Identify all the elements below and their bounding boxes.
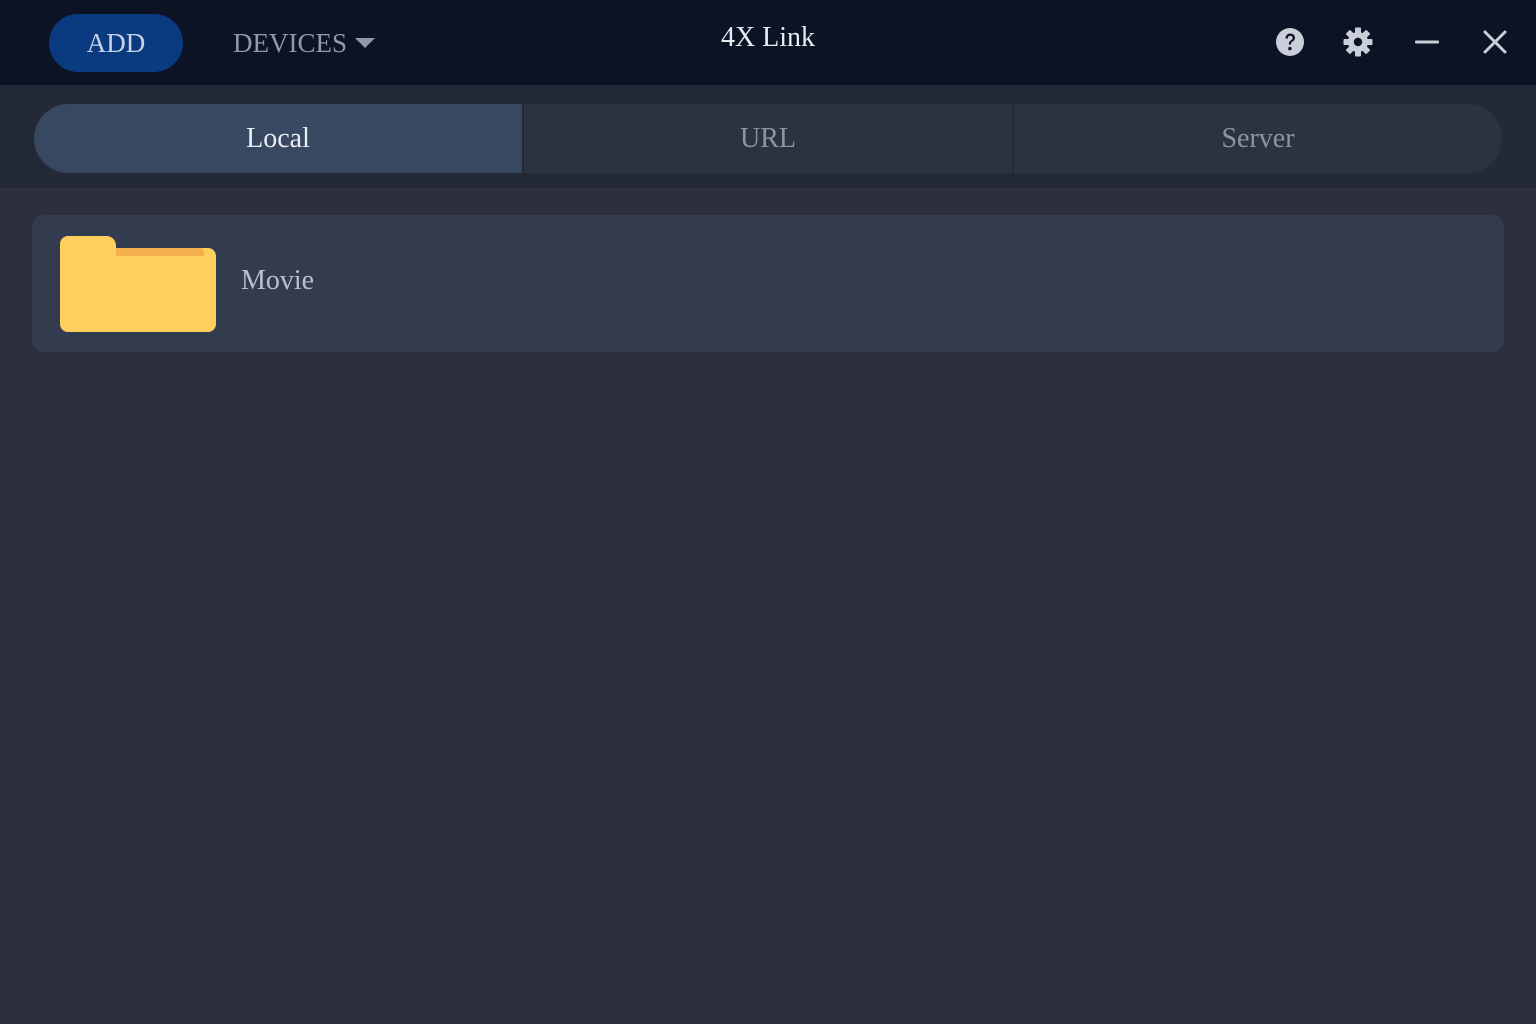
caret-down-icon — [355, 38, 375, 48]
add-button-label: ADD — [86, 27, 146, 58]
folder-icon — [60, 236, 216, 332]
devices-dropdown[interactable]: DEVICES — [233, 22, 375, 64]
folder-name: Movie — [241, 265, 315, 296]
file-list: Movie — [0, 188, 1536, 1024]
help-icon[interactable] — [1272, 24, 1308, 60]
source-tabs: Local URL Server — [34, 104, 1502, 173]
app-window: ADD DEVICES 4X Link Local URL Server Mov… — [0, 0, 1536, 1024]
tab-server-label: Server — [1221, 122, 1295, 154]
app-title: 4X Link — [720, 22, 816, 53]
list-item[interactable]: Movie — [32, 215, 1504, 352]
devices-label: DEVICES — [233, 27, 347, 58]
tab-server[interactable]: Server — [1014, 104, 1502, 173]
tab-url[interactable]: URL — [524, 104, 1014, 173]
close-icon[interactable] — [1477, 24, 1513, 60]
tab-local[interactable]: Local — [34, 104, 524, 173]
minimize-icon[interactable] — [1409, 24, 1445, 60]
tab-local-label: Local — [246, 122, 310, 154]
title-bar[interactable]: ADD DEVICES 4X Link — [0, 0, 1536, 85]
tab-url-label: URL — [740, 122, 796, 154]
gear-icon[interactable] — [1340, 24, 1376, 60]
add-button[interactable]: ADD — [49, 14, 183, 72]
